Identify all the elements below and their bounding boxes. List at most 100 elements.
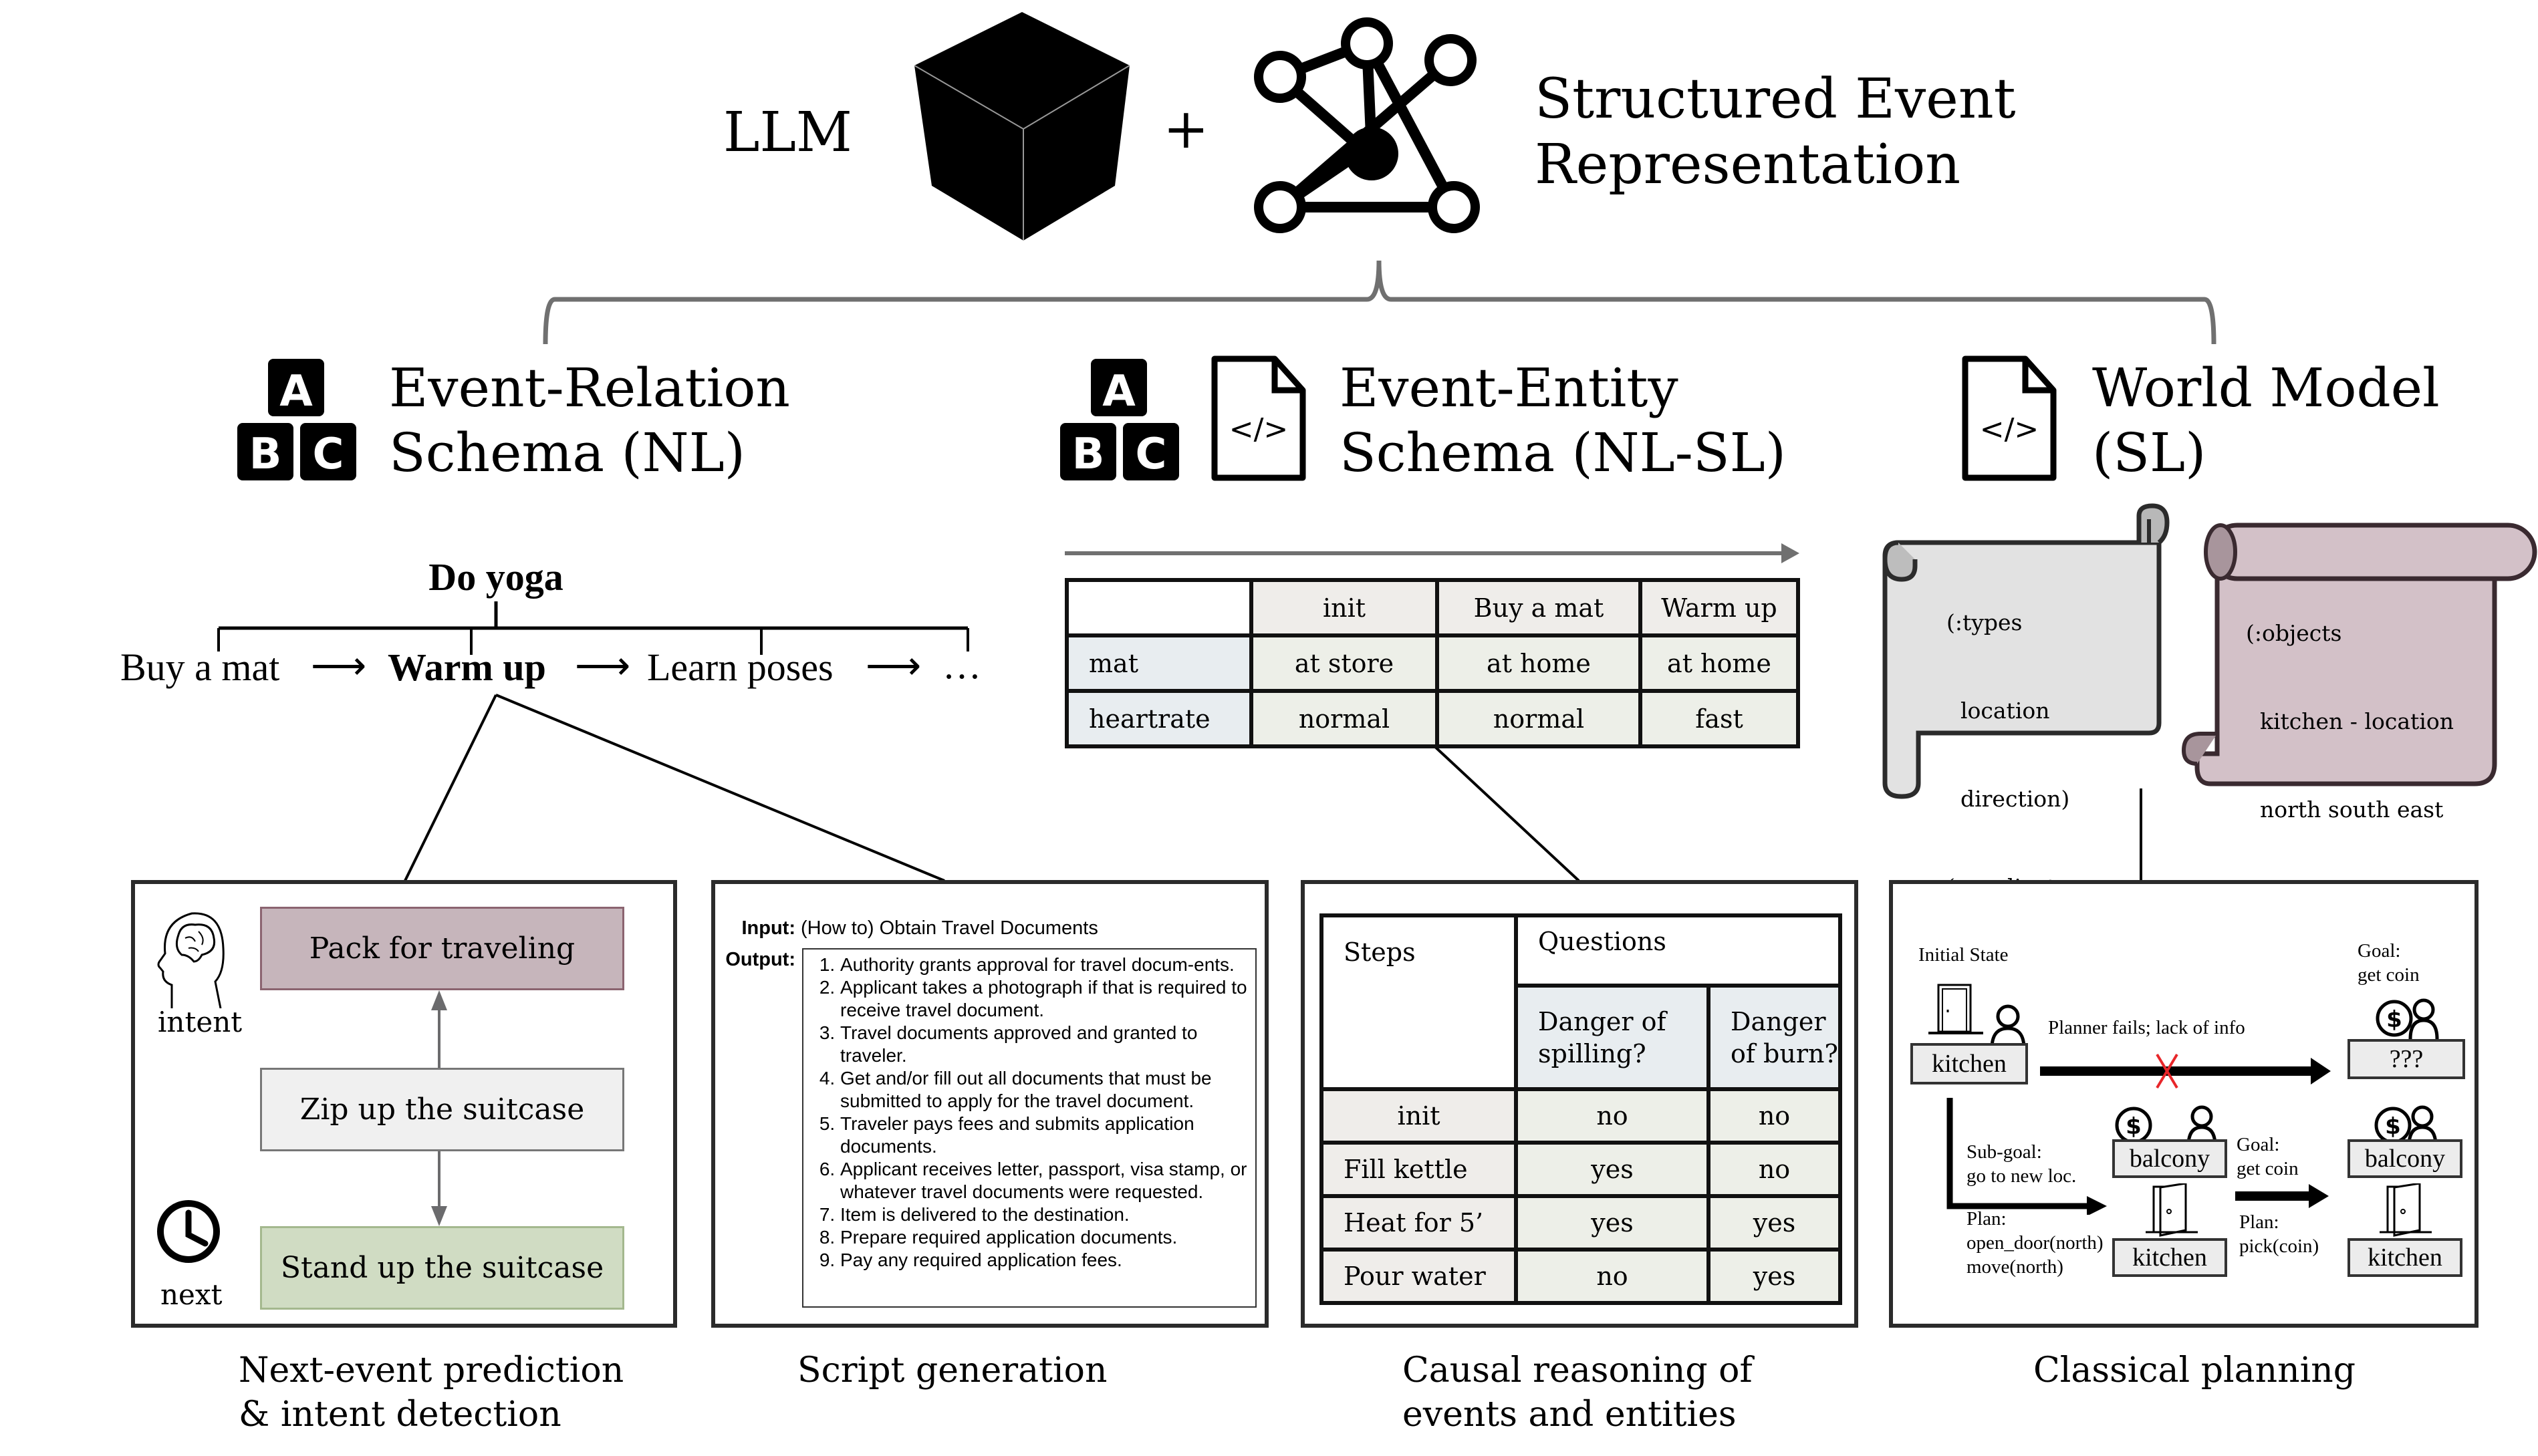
room-box-kitchen: kitchen <box>2112 1238 2227 1277</box>
step-cell: Pour water <box>1319 1248 1518 1305</box>
table-cell: at home <box>1638 633 1800 693</box>
code-file-icon: </> <box>1962 355 2057 481</box>
table-row: Fill kettle yes no <box>1319 1141 1842 1198</box>
step-cell: init <box>1319 1087 1518 1145</box>
room-box-unknown: ??? <box>2347 1039 2465 1079</box>
caption-line: Classical planning <box>2033 1350 2356 1391</box>
script-output-box: Authority grants approval for travel doc… <box>802 948 1257 1308</box>
caption-line: Script generation <box>797 1350 1108 1391</box>
room-box-balcony: balcony <box>2347 1139 2462 1178</box>
goal-label: Goal: <box>2358 940 2401 962</box>
subgoal-title: Sub-goal: <box>1966 1141 2042 1163</box>
tree-arrow: ⟶ <box>866 644 922 688</box>
table-cell: no <box>1706 1141 1842 1198</box>
plus-sign: + <box>1163 98 1209 161</box>
caption-classical-planning: Classical planning <box>2033 1348 2356 1393</box>
schema-heading-event-entity: Event-Entity Schema (NL-SL) <box>1340 355 1786 485</box>
abc-blocks-icon: A B C <box>237 359 356 480</box>
goal-label: Goal: <box>2237 1134 2280 1155</box>
panel-next-event: intent next Pack for traveling Zip up th… <box>131 880 677 1328</box>
failed-plan-arrow <box>2040 1053 2331 1089</box>
schema-title-line2: Schema (NL-SL) <box>1340 422 1786 484</box>
scroll-line: (:types <box>1946 609 2023 635</box>
svg-text:C: C <box>313 430 344 479</box>
open-door-icon <box>2146 1183 2198 1237</box>
panel-classical-planning: Initial State kitchen Planner fails; lac… <box>1889 880 2479 1328</box>
table-row: Pour water no yes <box>1319 1248 1842 1305</box>
table-cell: at home <box>1435 633 1642 693</box>
next-label: next <box>160 1278 223 1311</box>
closed-door-icon <box>1928 984 1983 1034</box>
pick-coin-arrow <box>2235 1184 2329 1208</box>
table-cell: no <box>1514 1087 1710 1145</box>
table-col-header: Buy a mat <box>1435 578 1642 637</box>
schema-title-line1: World Model <box>2092 357 2440 419</box>
timeline-arrowhead <box>1781 543 1799 563</box>
list-item: Applicant receives letter, passport, vis… <box>840 1158 1249 1203</box>
subgoal-label: Sub-goal: go to new loc. <box>1966 1140 2076 1188</box>
causal-table: Steps Questions Danger of spilling? Dang… <box>1319 913 1842 1305</box>
svg-text:B: B <box>249 430 282 479</box>
script-steps-list: Authority grants approval for travel doc… <box>803 954 1249 1272</box>
black-cube-icon <box>914 12 1130 241</box>
svg-text:A: A <box>1102 367 1136 416</box>
ser-title: Structured Event Representation <box>1535 67 2016 198</box>
code-file-icon: </> <box>1211 355 1306 481</box>
table-cell: yes <box>1514 1194 1710 1252</box>
table-row: Heat for 5’ yes yes <box>1319 1194 1842 1252</box>
tree-arrow: ⟶ <box>575 644 631 688</box>
svg-text:</>: </> <box>1980 412 2039 446</box>
table-cell: no <box>1514 1248 1710 1305</box>
goal-label-top: Goal: get coin <box>2358 939 2420 987</box>
tree-step-ellipsis: … <box>942 643 981 687</box>
list-item: Pay any required application fees. <box>840 1249 1249 1272</box>
plan-step: open_door(north) <box>1966 1232 2104 1254</box>
zoom-line-right <box>495 694 945 882</box>
schema-title-line1: Event-Relation <box>389 357 790 419</box>
svg-text:C: C <box>1136 430 1167 479</box>
tree-step-buy-mat: Buy a mat <box>120 645 280 689</box>
graph-network-icon <box>1254 17 1480 233</box>
clock-icon <box>157 1200 220 1263</box>
scroll-line: (:objects <box>2246 620 2342 646</box>
plan2-label: Plan: pick(coin) <box>2239 1210 2319 1258</box>
plan1-label: Plan: open_door(north) move(north) <box>1966 1207 2104 1279</box>
caption-line: events and entities <box>1402 1395 1737 1435</box>
llm-label: LLM <box>723 101 852 164</box>
question-header: Danger of spilling? <box>1514 984 1710 1091</box>
list-item: Prepare required application documents. <box>840 1226 1249 1249</box>
goal-label-mid: Goal: get coin <box>2237 1133 2299 1181</box>
caption-line: Causal reasoning of <box>1402 1350 1753 1391</box>
list-item: Applicant takes a photograph if that is … <box>840 976 1249 1022</box>
step-cell: Fill kettle <box>1319 1141 1518 1198</box>
goal-value: get coin <box>2237 1158 2299 1179</box>
table-col-header: init <box>1249 578 1439 637</box>
list-item: Travel documents approved and granted to… <box>840 1022 1249 1067</box>
plan-step: pick(coin) <box>2239 1235 2319 1257</box>
svg-text:$: $ <box>2386 1006 2402 1033</box>
schema-title-line1: Event-Entity <box>1340 357 1678 419</box>
table-row: heartrate normal normal fast <box>1065 689 1800 748</box>
step-cell: Heat for 5’ <box>1319 1194 1518 1252</box>
table-cell: normal <box>1249 689 1439 748</box>
svg-text:$: $ <box>2385 1113 2401 1140</box>
intent-event-box: Pack for traveling <box>260 907 624 990</box>
table-cell: normal <box>1435 689 1642 748</box>
zoom-line-causal <box>1431 743 1580 882</box>
open-door-icon <box>2380 1183 2432 1237</box>
schema-heading-event-relation: Event-Relation Schema (NL) <box>389 355 790 485</box>
planner-fail-label: Planner fails; lack of info <box>2048 1017 2245 1038</box>
plan-title: Plan: <box>1966 1208 2007 1229</box>
caption-next-event: Next-event prediction & intent detection <box>239 1348 624 1437</box>
plan-step: move(north) <box>1966 1256 2063 1278</box>
scroll-line: kitchen - location <box>2246 708 2454 734</box>
list-item: Authority grants approval for travel doc… <box>840 954 1249 976</box>
goal-value: get coin <box>2358 964 2420 986</box>
list-item: Traveler pays fees and submits applicati… <box>840 1113 1249 1158</box>
scroll-line: north south east <box>2246 796 2444 823</box>
output-label: Output: <box>725 949 795 970</box>
plan-title: Plan: <box>2239 1211 2279 1233</box>
brain-head-icon <box>157 912 225 1008</box>
caption-script-generation: Script generation <box>797 1348 1107 1393</box>
next-event-box: Stand up the suitcase <box>260 1226 624 1310</box>
